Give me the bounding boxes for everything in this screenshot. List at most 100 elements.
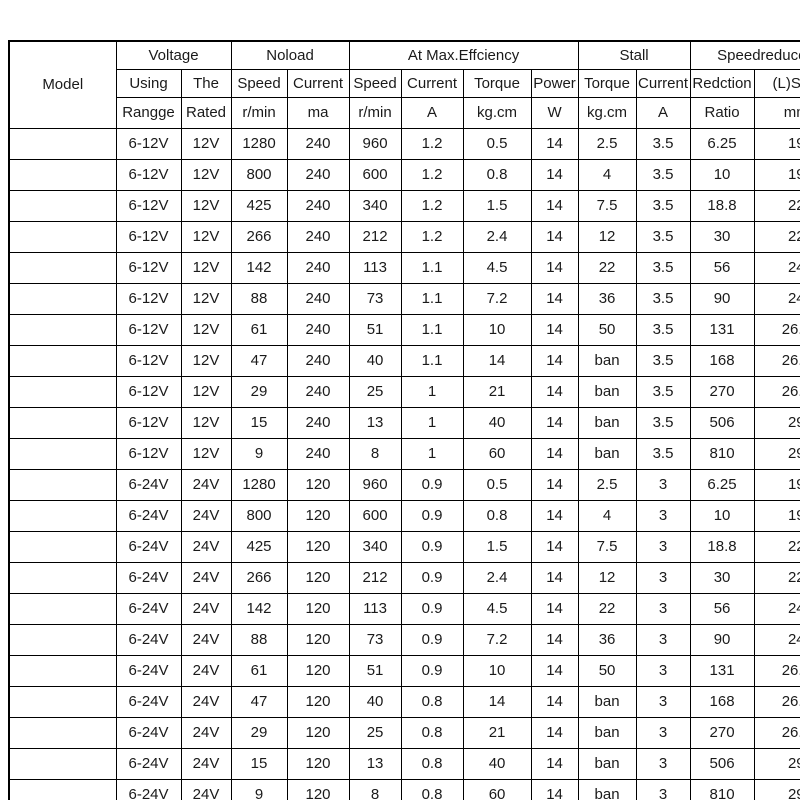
cell-voltage-rated: 12V bbox=[180, 345, 232, 377]
cell-maxeff-speed: 113 bbox=[348, 593, 402, 625]
cell-maxeff-torque: 40 bbox=[462, 748, 532, 780]
table-row: 6-12V12V292402512114ban3.527026.5 bbox=[8, 376, 800, 408]
cell-maxeff-current: 1.1 bbox=[400, 283, 464, 315]
cell-maxeff-speed: 600 bbox=[348, 500, 402, 532]
cell-stall-torque: 4 bbox=[577, 159, 637, 191]
cell-maxeff-torque: 2.4 bbox=[462, 221, 532, 253]
cell-length-size: 24 bbox=[753, 252, 800, 284]
cell-stall-current: 3.5 bbox=[635, 345, 691, 377]
cell-maxeff-power: 14 bbox=[530, 190, 579, 222]
cell-voltage-range: 6-24V bbox=[115, 717, 182, 749]
cell-maxeff-power: 14 bbox=[530, 593, 579, 625]
cell-maxeff-speed: 13 bbox=[348, 748, 402, 780]
cell-model bbox=[8, 314, 117, 346]
cell-model bbox=[8, 128, 117, 160]
cell-model bbox=[8, 438, 117, 470]
cell-maxeff-power: 14 bbox=[530, 376, 579, 408]
cell-noload-current: 240 bbox=[286, 252, 350, 284]
cell-length-size: 26.5 bbox=[753, 717, 800, 749]
cell-stall-torque: 12 bbox=[577, 562, 637, 594]
cell-reduction-ratio: 18.8 bbox=[689, 531, 755, 563]
cell-length-size: 29 bbox=[753, 438, 800, 470]
cell-length-size: 26.5 bbox=[753, 314, 800, 346]
unit-length-mm: mm bbox=[753, 97, 800, 129]
cell-maxeff-current: 1.1 bbox=[400, 345, 464, 377]
cell-length-size: 29 bbox=[753, 779, 800, 800]
cell-noload-speed: 47 bbox=[230, 345, 288, 377]
cell-model bbox=[8, 593, 117, 625]
cell-stall-torque: 36 bbox=[577, 624, 637, 656]
cell-noload-speed: 425 bbox=[230, 531, 288, 563]
cell-maxeff-speed: 212 bbox=[348, 221, 402, 253]
cell-voltage-rated: 24V bbox=[180, 717, 232, 749]
cell-noload-speed: 1280 bbox=[230, 469, 288, 501]
cell-noload-speed: 47 bbox=[230, 686, 288, 718]
cell-maxeff-speed: 25 bbox=[348, 717, 402, 749]
cell-stall-torque: 7.5 bbox=[577, 531, 637, 563]
header-group-at-max-efficiency: At Max.Effciency bbox=[348, 40, 579, 70]
cell-length-size: 26.5 bbox=[753, 655, 800, 687]
cell-maxeff-current: 1 bbox=[400, 438, 464, 470]
cell-model bbox=[8, 779, 117, 800]
cell-voltage-range: 6-12V bbox=[115, 407, 182, 439]
cell-maxeff-speed: 13 bbox=[348, 407, 402, 439]
subheader-length-size: (L)Size bbox=[753, 69, 800, 98]
subheader-maxeff-torque: Torque bbox=[462, 69, 532, 98]
cell-model bbox=[8, 159, 117, 191]
cell-voltage-rated: 24V bbox=[180, 779, 232, 800]
cell-maxeff-torque: 7.2 bbox=[462, 283, 532, 315]
cell-stall-current: 3.5 bbox=[635, 376, 691, 408]
table-row: 6-24V24V8001206000.90.814431019 bbox=[8, 500, 800, 532]
cell-voltage-rated: 12V bbox=[180, 221, 232, 253]
cell-stall-torque: ban bbox=[577, 376, 637, 408]
subheader-maxeff-current: Current bbox=[400, 69, 464, 98]
cell-model bbox=[8, 221, 117, 253]
cell-maxeff-current: 0.9 bbox=[400, 531, 464, 563]
cell-maxeff-power: 14 bbox=[530, 159, 579, 191]
cell-stall-current: 3 bbox=[635, 624, 691, 656]
cell-noload-speed: 1280 bbox=[230, 128, 288, 160]
cell-reduction-ratio: 90 bbox=[689, 624, 755, 656]
cell-noload-current: 240 bbox=[286, 190, 350, 222]
cell-reduction-ratio: 56 bbox=[689, 252, 755, 284]
cell-stall-torque: 2.5 bbox=[577, 469, 637, 501]
unit-maxeff-speed: r/min bbox=[348, 97, 402, 129]
cell-model bbox=[8, 655, 117, 687]
cell-maxeff-speed: 51 bbox=[348, 314, 402, 346]
cell-noload-current: 240 bbox=[286, 345, 350, 377]
unit-voltage-rated: Rated bbox=[180, 97, 232, 129]
cell-stall-current: 3 bbox=[635, 748, 691, 780]
cell-stall-torque: 22 bbox=[577, 252, 637, 284]
cell-maxeff-torque: 0.8 bbox=[462, 159, 532, 191]
cell-voltage-range: 6-12V bbox=[115, 345, 182, 377]
unit-maxeff-torque: kg.cm bbox=[462, 97, 532, 129]
cell-noload-speed: 15 bbox=[230, 748, 288, 780]
table-row: 6-24V24V29120250.82114ban327026.5 bbox=[8, 717, 800, 749]
cell-noload-speed: 61 bbox=[230, 314, 288, 346]
cell-noload-speed: 800 bbox=[230, 500, 288, 532]
subheader-maxeff-power: Power bbox=[530, 69, 579, 98]
cell-noload-current: 240 bbox=[286, 438, 350, 470]
cell-length-size: 24 bbox=[753, 624, 800, 656]
cell-reduction-ratio: 168 bbox=[689, 345, 755, 377]
cell-model bbox=[8, 469, 117, 501]
cell-stall-current: 3.5 bbox=[635, 252, 691, 284]
cell-model bbox=[8, 531, 117, 563]
table-row: 6-12V12V12802409601.20.5142.53.56.2519 bbox=[8, 128, 800, 160]
cell-stall-torque: ban bbox=[577, 779, 637, 800]
cell-stall-current: 3 bbox=[635, 469, 691, 501]
cell-stall-torque: ban bbox=[577, 748, 637, 780]
cell-maxeff-current: 1.1 bbox=[400, 252, 464, 284]
cell-maxeff-torque: 21 bbox=[462, 376, 532, 408]
subheader-maxeff-speed: Speed bbox=[348, 69, 402, 98]
cell-maxeff-power: 14 bbox=[530, 314, 579, 346]
table-row: 6-24V24V88120730.97.2143639024 bbox=[8, 624, 800, 656]
spec-table-scroll-region: Model Voltage Noload At Max.Effciency St… bbox=[8, 40, 800, 800]
cell-stall-torque: 12 bbox=[577, 221, 637, 253]
cell-maxeff-power: 14 bbox=[530, 717, 579, 749]
cell-reduction-ratio: 168 bbox=[689, 686, 755, 718]
table-row: 6-12V12V88240731.17.214363.59024 bbox=[8, 283, 800, 315]
cell-voltage-rated: 12V bbox=[180, 376, 232, 408]
table-header: Model Voltage Noload At Max.Effciency St… bbox=[8, 40, 800, 129]
cell-voltage-range: 6-12V bbox=[115, 376, 182, 408]
